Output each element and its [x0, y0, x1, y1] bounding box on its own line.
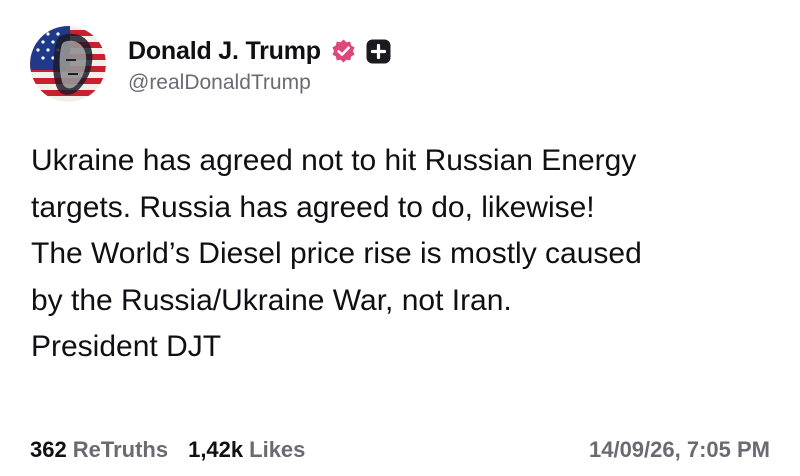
post-content-line: The World’s Diesel price rise is mostly …: [31, 237, 642, 270]
truth-post: Donald J. Trump @realDonaldTrump Ukraine…: [0, 0, 800, 476]
plus-badge-icon: [365, 38, 392, 65]
post-content-line: by the Russia/Ukraine War, not Iran.: [31, 283, 512, 317]
post-footer: 362 ReTruths 1,42k Likes 14/09/26, 7:05 …: [30, 433, 770, 467]
post-content-line: Ukraine has agreed not to hit Russian En…: [31, 144, 637, 177]
post-content-line: targets. Russia has agreed to do, likewi…: [31, 190, 595, 224]
likes-stat[interactable]: 1,42k Likes: [188, 437, 305, 463]
avatar-image: [30, 26, 106, 102]
name-row: Donald J. Trump: [128, 33, 392, 69]
post-timestamp[interactable]: 14/09/26, 7:05 PM: [589, 437, 770, 463]
post-header: Donald J. Trump @realDonaldTrump: [30, 26, 392, 102]
retruths-label: ReTruths: [72, 437, 169, 462]
post-content-line: President DJT: [31, 330, 222, 363]
likes-count: 1,42k: [188, 437, 244, 462]
likes-label: Likes: [249, 437, 306, 462]
display-name[interactable]: Donald J. Trump: [128, 37, 321, 66]
retruths-count: 362: [30, 437, 67, 462]
avatar[interactable]: [30, 26, 106, 102]
author-identity: Donald J. Trump @realDonaldTrump: [128, 33, 392, 95]
post-content: Ukraine has agreed not to hit Russian En…: [31, 138, 781, 371]
retruths-stat[interactable]: 362 ReTruths: [30, 437, 168, 463]
verified-badge-icon: [330, 38, 357, 65]
author-handle[interactable]: @realDonaldTrump: [128, 71, 392, 95]
